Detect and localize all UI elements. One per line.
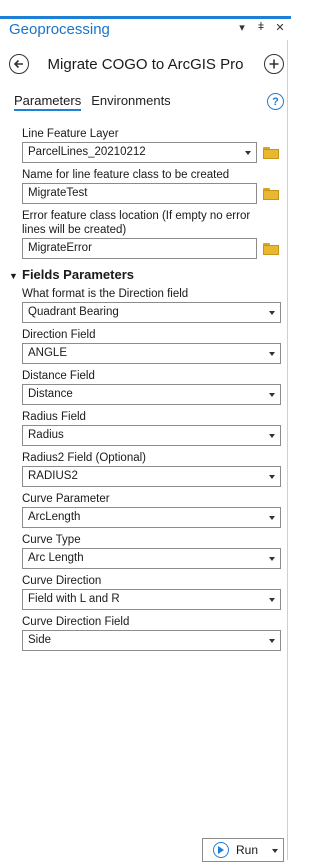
- curve-direction-label: Curve Direction: [22, 575, 102, 587]
- name-fc-input[interactable]: MigrateTest: [22, 183, 257, 204]
- run-label: Run: [236, 843, 259, 857]
- tool-header: Migrate COGO to ArcGIS Pro: [0, 52, 291, 78]
- curve-type-select[interactable]: Arc Length: [22, 548, 281, 569]
- pane-accent-bar: [0, 16, 291, 19]
- direction-field-label: Direction Field: [22, 329, 96, 341]
- tool-title: Migrate COGO to ArcGIS Pro: [47, 56, 244, 73]
- back-button[interactable]: [9, 54, 29, 74]
- chevron-down-icon: [269, 393, 275, 397]
- folder-icon[interactable]: [263, 243, 279, 255]
- chevron-down-icon: [269, 557, 275, 561]
- run-button[interactable]: Run: [202, 838, 284, 862]
- radius-field-value: Radius: [28, 429, 64, 441]
- line-layer-label: Line Feature Layer: [22, 128, 119, 140]
- curve-parameter-select[interactable]: ArcLength: [22, 507, 281, 528]
- pane-title: Geoprocessing: [9, 21, 110, 38]
- error-fc-label: Error feature class location (If empty n…: [22, 210, 251, 236]
- direction-field-select[interactable]: ANGLE: [22, 343, 281, 364]
- group-title: Fields Parameters: [22, 267, 135, 282]
- curve-direction-field-value: Side: [28, 634, 52, 646]
- line-layer-select[interactable]: ParcelLines_20210212: [22, 142, 257, 163]
- chevron-down-icon: [269, 434, 275, 438]
- direction-format-label: What format is the Direction field: [22, 288, 189, 300]
- curve-parameter-value: ArcLength: [28, 511, 81, 523]
- curve-direction-field-select[interactable]: Side: [22, 630, 281, 651]
- curve-type-value: Arc Length: [28, 552, 84, 564]
- radius2-field-select[interactable]: RADIUS2: [22, 466, 281, 487]
- curve-direction-value: Field with L and R: [28, 593, 120, 605]
- pin-icon[interactable]: ǂ: [256, 21, 266, 34]
- radius2-field-label: Radius2 Field (Optional): [22, 452, 147, 464]
- chevron-down-icon: [269, 516, 275, 520]
- tab-bar: Parameters Environments: [14, 93, 171, 111]
- distance-field-value: Distance: [28, 388, 73, 400]
- play-icon: [213, 842, 229, 858]
- chevron-down-icon: [269, 311, 275, 315]
- plus-icon: [269, 59, 279, 69]
- curve-direction-field-label: Curve Direction Field: [22, 616, 130, 628]
- distance-field-label: Distance Field: [22, 370, 95, 382]
- chevron-down-icon: [269, 598, 275, 602]
- chevron-down-icon: [269, 639, 275, 643]
- pane-scrollbar[interactable]: [287, 40, 288, 860]
- add-button[interactable]: [264, 54, 284, 74]
- pane-controls: ▾ ǂ ✕: [237, 21, 285, 34]
- direction-format-select[interactable]: Quadrant Bearing: [22, 302, 281, 323]
- radius2-field-value: RADIUS2: [28, 470, 78, 482]
- radius-field-label: Radius Field: [22, 411, 86, 423]
- chevron-down-icon: [269, 475, 275, 479]
- direction-format-value: Quadrant Bearing: [28, 306, 119, 318]
- folder-icon[interactable]: [263, 188, 279, 200]
- tab-environments[interactable]: Environments: [91, 93, 170, 111]
- chevron-down-icon: [269, 352, 275, 356]
- radius-field-select[interactable]: Radius: [22, 425, 281, 446]
- chevron-down-icon: ▼: [9, 271, 18, 281]
- error-fc-input[interactable]: MigrateError: [22, 238, 257, 259]
- folder-icon[interactable]: [263, 147, 279, 159]
- chevron-down-icon[interactable]: ▾: [237, 21, 247, 34]
- chevron-down-icon: [245, 151, 251, 155]
- line-layer-value: ParcelLines_20210212: [28, 146, 146, 158]
- close-icon[interactable]: ✕: [275, 21, 285, 34]
- curve-parameter-label: Curve Parameter: [22, 493, 110, 505]
- tab-parameters[interactable]: Parameters: [14, 93, 82, 111]
- direction-field-value: ANGLE: [28, 347, 67, 359]
- arrow-left-icon: [13, 59, 23, 69]
- name-fc-label: Name for line feature class to be create…: [22, 169, 230, 181]
- curve-direction-select[interactable]: Field with L and R: [22, 589, 281, 610]
- help-icon[interactable]: ?: [267, 93, 284, 110]
- chevron-down-icon[interactable]: [272, 849, 278, 853]
- curve-type-label: Curve Type: [22, 534, 81, 546]
- distance-field-select[interactable]: Distance: [22, 384, 281, 405]
- fields-parameters-group[interactable]: ▼ Fields Parameters: [9, 267, 134, 282]
